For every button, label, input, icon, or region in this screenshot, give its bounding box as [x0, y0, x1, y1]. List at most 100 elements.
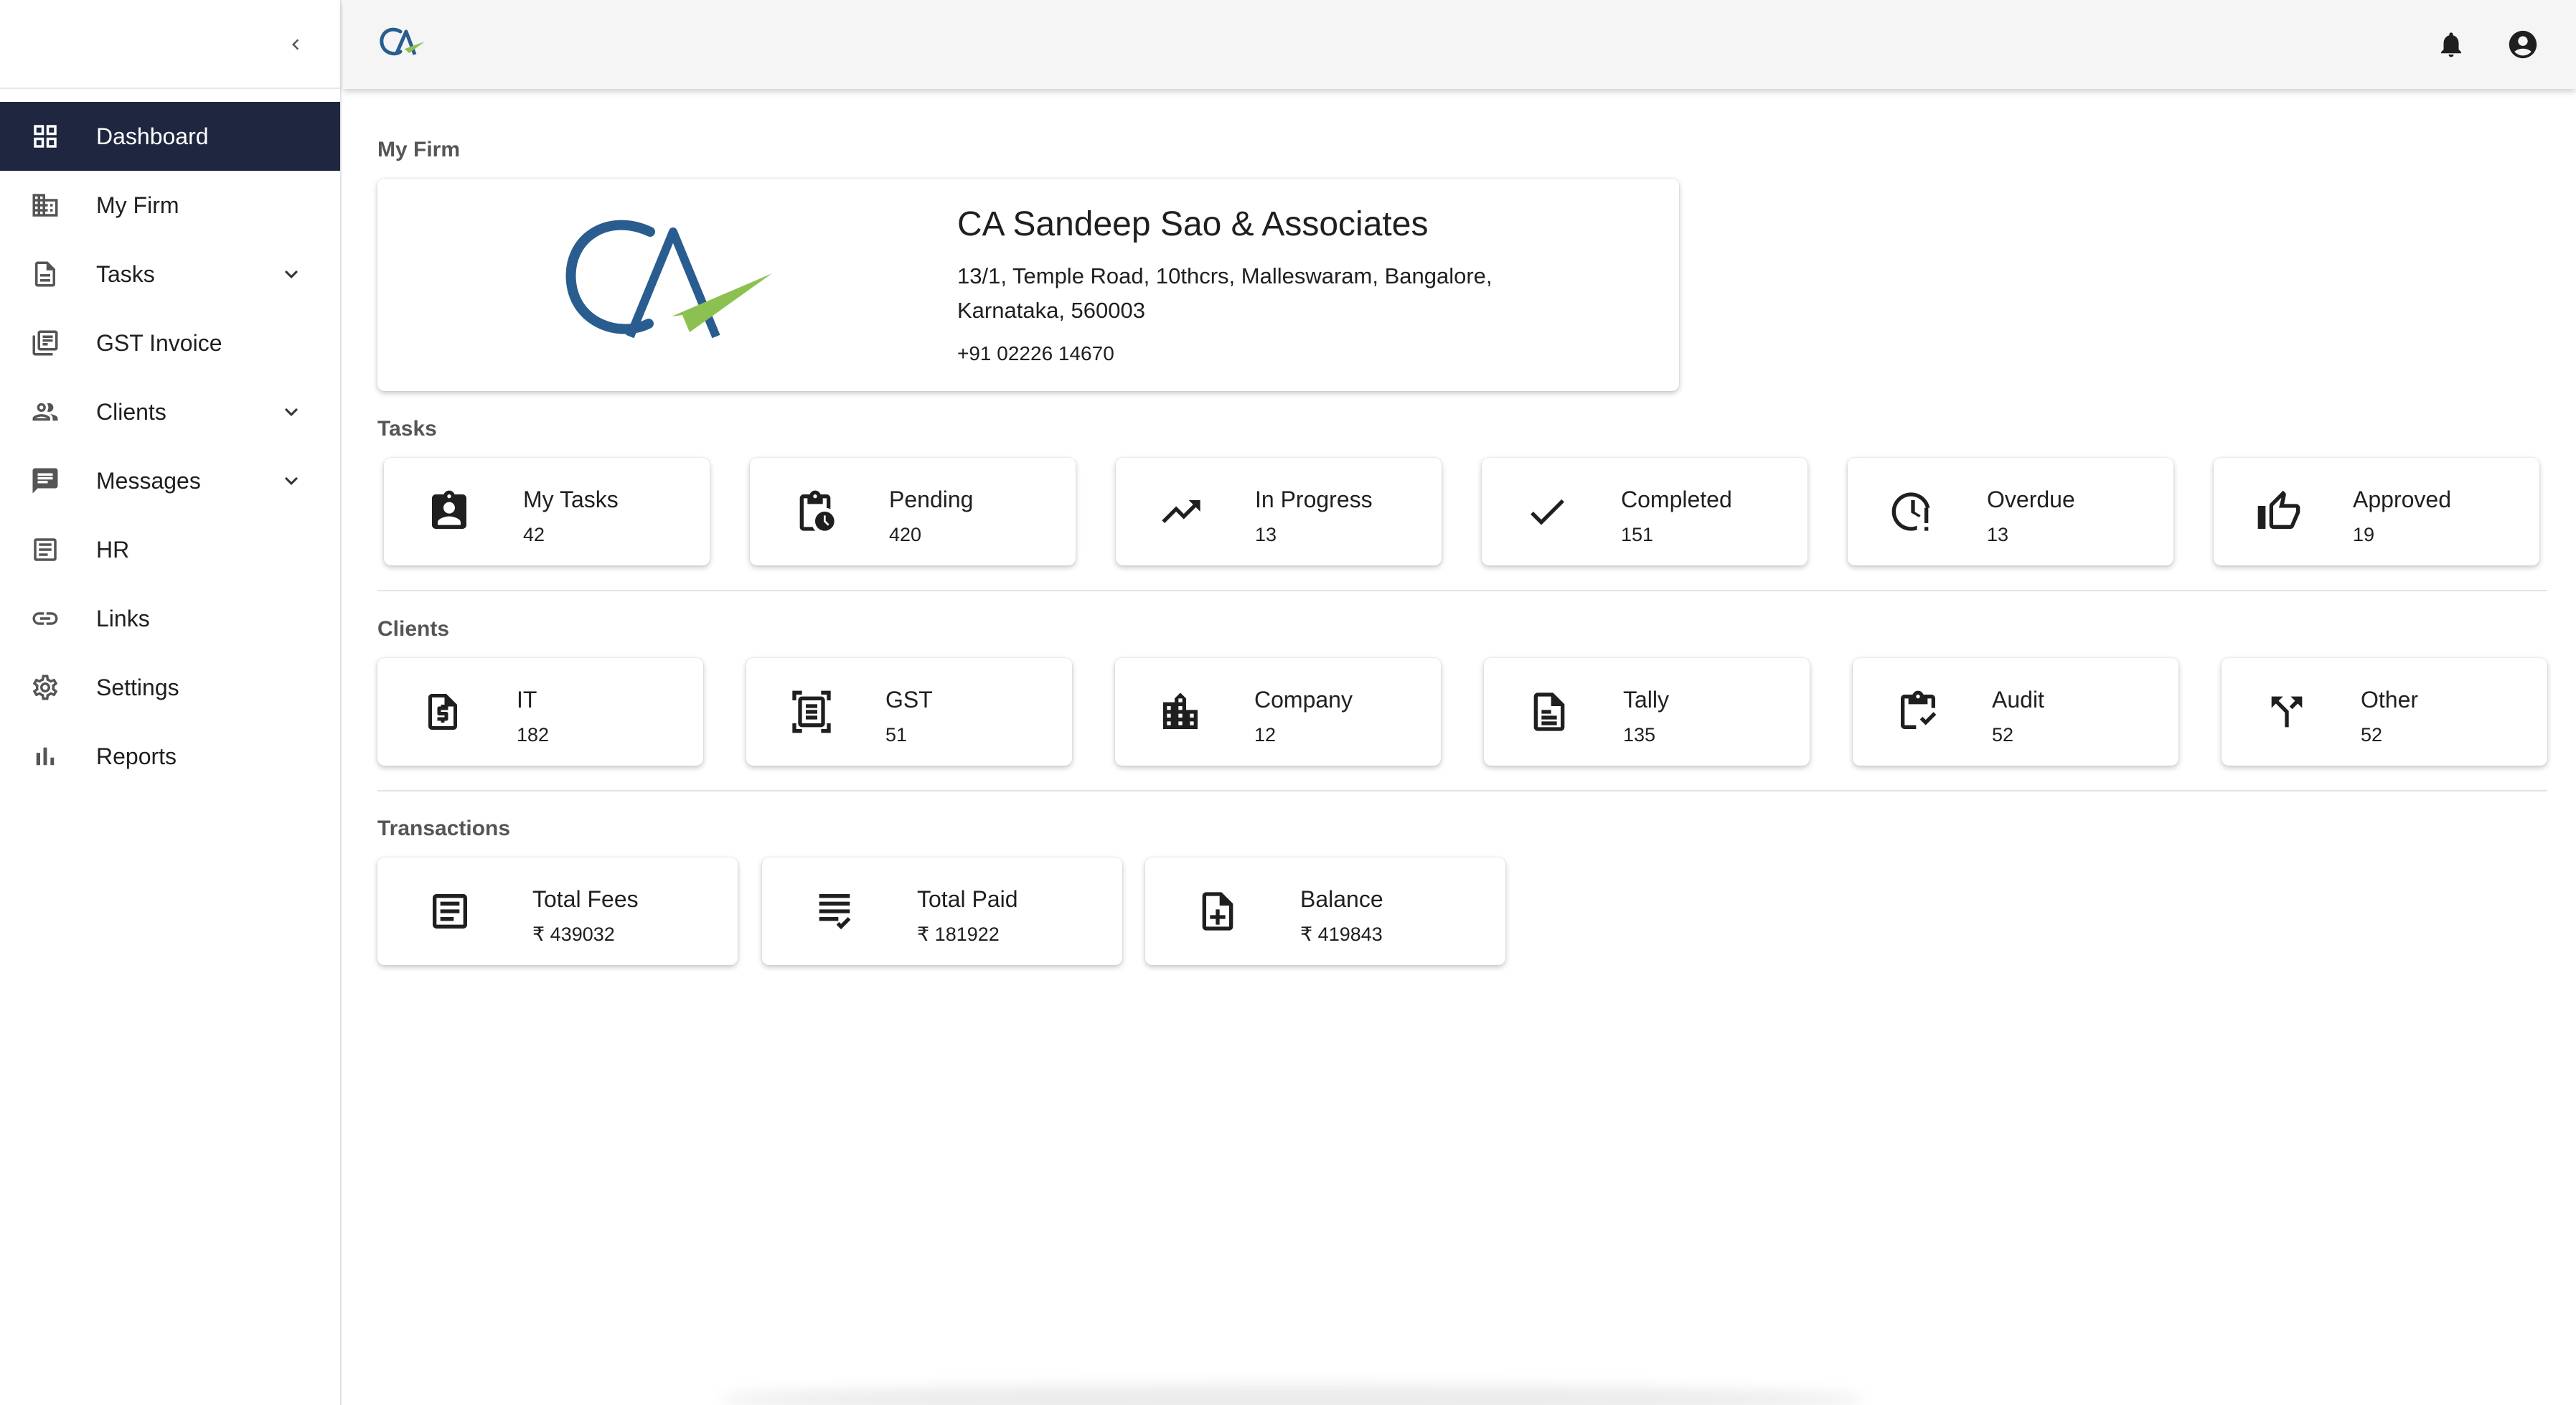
task-card-overdue[interactable]: Overdue 13	[1848, 458, 2173, 565]
task-card-completed[interactable]: Completed 151	[1482, 458, 1808, 565]
sidebar-item-hr[interactable]: HR	[0, 515, 340, 584]
card-value: 19	[2353, 524, 2375, 545]
money-doc-icon	[419, 688, 466, 736]
task-card-my-tasks[interactable]: My Tasks 42	[384, 458, 710, 565]
card-value: ₹ 181922	[917, 924, 1000, 945]
client-card-tally[interactable]: Tally 135	[1484, 658, 1810, 766]
pending-actions-icon	[791, 488, 839, 535]
card-value: 13	[1255, 524, 1277, 545]
client-card-other[interactable]: Other 52	[2222, 658, 2547, 766]
section-title-tasks: Tasks	[377, 417, 437, 441]
sidebar-item-label: GST Invoice	[96, 329, 222, 356]
clients-cards: IT 182 GST 51 Company 12 Tally 135 Audit…	[377, 658, 2547, 766]
sidebar-item-tasks[interactable]: Tasks	[0, 240, 340, 309]
document-icon	[27, 256, 63, 292]
notifications-button[interactable]	[2432, 26, 2470, 63]
section-divider	[377, 590, 2547, 591]
sidebar-item-label: Tasks	[96, 260, 155, 287]
transaction-card-total-fees[interactable]: Total Fees ₹ 439032	[377, 857, 738, 965]
card-label: Total Fees	[532, 886, 639, 912]
section-divider	[377, 790, 2547, 791]
card-value: 42	[523, 524, 545, 545]
client-card-it[interactable]: IT 182	[377, 658, 703, 766]
gear-icon	[27, 669, 63, 705]
card-label: Tally	[1623, 687, 1670, 713]
firm-name: CA Sandeep Sao & Associates	[957, 205, 1429, 243]
sidebar-item-links[interactable]: Links	[0, 584, 340, 653]
sidebar-header	[0, 0, 340, 89]
section-title-transactions: Transactions	[377, 817, 511, 840]
card-label: GST	[885, 687, 933, 713]
card-value: ₹ 439032	[532, 924, 615, 945]
sidebar-item-label: Links	[96, 605, 150, 631]
card-value: 13	[1987, 524, 2009, 545]
task-card-in-progress[interactable]: In Progress 13	[1116, 458, 1442, 565]
card-label: Pending	[889, 487, 974, 512]
card-value: 12	[1254, 724, 1277, 746]
card-value: 151	[1621, 524, 1654, 545]
card-label: In Progress	[1255, 487, 1373, 512]
receipt-icon	[426, 888, 474, 935]
transactions-cards: Total Fees ₹ 439032 Total Paid ₹ 181922 …	[377, 857, 1505, 965]
sidebar-item-label: My Firm	[96, 192, 179, 218]
chevron-left-icon	[292, 39, 299, 50]
card-label: Completed	[1621, 487, 1732, 512]
overdue-icon	[1889, 488, 1937, 535]
main-content: My Firm CA Sandeep Sao & Associates 13/1…	[343, 89, 2576, 1405]
assignment-ind-icon	[426, 488, 473, 535]
card-label: Approved	[2353, 487, 2451, 512]
sidebar-item-reports[interactable]: Reports	[0, 722, 340, 791]
section-title-my-firm: My Firm	[377, 138, 461, 161]
bar-chart-icon	[27, 738, 63, 774]
sidebar-item-clients[interactable]: Clients	[0, 377, 340, 446]
card-label: Company	[1254, 687, 1353, 713]
sidebar-item-my-firm[interactable]: My Firm	[0, 171, 340, 240]
card-label: IT	[517, 687, 537, 713]
task-card-pending[interactable]: Pending 420	[750, 458, 1076, 565]
check-icon	[1523, 488, 1571, 535]
sidebar-item-label: Messages	[96, 467, 201, 494]
article-icon	[1526, 688, 1573, 736]
card-value: 52	[2361, 724, 2383, 746]
sidebar-item-label: Clients	[96, 398, 166, 425]
sidebar-item-gst-invoice[interactable]: GST Invoice	[0, 309, 340, 377]
thumb-up-icon	[2255, 488, 2303, 535]
client-card-gst[interactable]: GST 51	[746, 658, 1072, 766]
card-value: 420	[889, 524, 922, 545]
card-label: My Tasks	[523, 487, 619, 512]
top-app-bar	[343, 0, 2576, 89]
collapse-sidebar-button[interactable]	[278, 27, 313, 62]
chevron-down-icon[interactable]	[274, 464, 309, 498]
bell-icon	[2441, 32, 2461, 57]
sidebar-item-label: Reports	[96, 743, 177, 769]
firm-card[interactable]: CA Sandeep Sao & Associates 13/1, Temple…	[377, 179, 1679, 391]
invoice-icon	[27, 325, 63, 361]
sidebar-item-label: Dashboard	[96, 123, 209, 149]
card-label: Audit	[1992, 687, 2044, 713]
sidebar-item-dashboard[interactable]: Dashboard	[0, 102, 340, 171]
account-button[interactable]	[2504, 26, 2542, 63]
sidebar-item-messages[interactable]: Messages	[0, 446, 340, 515]
document-scanner-icon	[788, 688, 835, 736]
task-card-approved[interactable]: Approved 19	[2214, 458, 2539, 565]
firm-phone: +91 02226 14670	[957, 342, 1114, 365]
client-card-audit[interactable]: Audit 52	[1853, 658, 2178, 766]
company-building-icon	[1157, 688, 1204, 736]
account-circle-icon	[2509, 30, 2537, 59]
chevron-down-icon[interactable]	[274, 257, 309, 291]
hr-doc-icon	[27, 532, 63, 568]
app-logo[interactable]	[377, 24, 428, 60]
transaction-card-total-paid[interactable]: Total Paid ₹ 181922	[762, 857, 1122, 965]
sidebar-item-settings[interactable]: Settings	[0, 653, 340, 722]
card-label: Other	[2361, 687, 2419, 713]
chevron-down-icon[interactable]	[274, 395, 309, 429]
firm-logo	[564, 216, 786, 352]
client-card-company[interactable]: Company 12	[1115, 658, 1441, 766]
section-title-clients: Clients	[377, 617, 450, 641]
people-icon	[27, 394, 63, 430]
clipboard-check-icon	[1894, 688, 1942, 736]
transaction-card-balance[interactable]: Balance ₹ 419843	[1145, 857, 1505, 965]
card-label: Balance	[1300, 886, 1383, 912]
firm-address: 13/1, Temple Road, 10thcrs, Malleswaram,…	[957, 263, 1493, 323]
sidebar-item-label: HR	[96, 536, 130, 563]
